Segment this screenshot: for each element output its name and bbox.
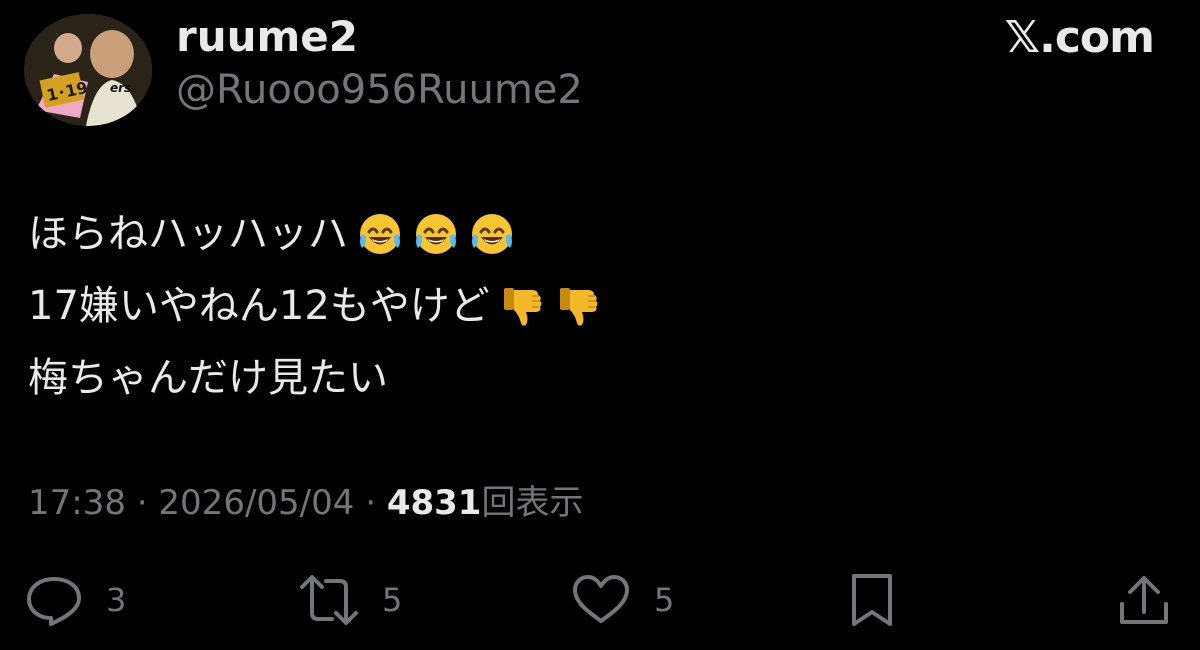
tweet-line-text: ほらねハッハッハ (28, 211, 348, 257)
tweet-line-text: 17嫌いやねん12もやけど (28, 283, 490, 329)
face-with-tears-of-joy-icon (412, 210, 460, 258)
user-handle[interactable]: @Ruooo956Ruume2 (176, 64, 583, 116)
meta-separator: · (125, 483, 159, 523)
tweet-line: ほらねハッハッハ (28, 198, 1168, 270)
reply-icon (27, 577, 81, 626)
reply-count: 3 (106, 581, 127, 619)
bookmark-button[interactable] (848, 568, 896, 632)
views-label: 回表示 (481, 483, 584, 523)
share-icon (1120, 576, 1168, 624)
views-count: 4831 (386, 483, 482, 523)
repost-count: 5 (382, 581, 403, 619)
tweet-meta: 17:38 · 2026/05/04 · 4831回表示 (28, 478, 583, 528)
thumbs-down-icon (554, 282, 602, 330)
repost-button[interactable]: 5 (298, 568, 402, 632)
meta-separator: · (354, 483, 387, 523)
thumbs-down-icon (498, 282, 546, 330)
like-button[interactable]: 5 (570, 568, 674, 632)
face-with-tears-of-joy-icon (468, 210, 516, 258)
tweet-time[interactable]: 17:38 (28, 483, 126, 523)
action-bar: 3 5 5 (0, 568, 1200, 632)
like-count: 5 (654, 581, 675, 619)
tweet-text: ほらねハッハッハ 17嫌いやねん12もやけど 梅ちゃんだけ見たい (28, 198, 1168, 414)
display-name[interactable]: ruume2 (176, 10, 358, 64)
heart-icon (573, 575, 629, 623)
reply-button[interactable]: 3 (24, 568, 126, 632)
avatar-image: 1･19 ers (24, 14, 152, 126)
repost-icon (300, 575, 358, 625)
tweet-line: 梅ちゃんだけ見たい (28, 342, 1168, 414)
tweet-date[interactable]: 2026/05/04 (158, 483, 354, 523)
face-with-tears-of-joy-icon (356, 210, 404, 258)
tweet-screenshot: 1･19 ers ruume2 @Ruooo956Ruume2 𝕏.com ほら… (0, 0, 1200, 650)
share-button[interactable] (1116, 568, 1172, 632)
tweet-line: 17嫌いやねん12もやけど (28, 270, 1168, 342)
bookmark-icon (852, 574, 892, 626)
avatar[interactable]: 1･19 ers (24, 14, 152, 126)
svg-text:ers: ers (110, 81, 131, 95)
x-brand-label: 𝕏.com (1004, 12, 1155, 63)
tweet-line-text: 梅ちゃんだけ見たい (28, 355, 388, 401)
